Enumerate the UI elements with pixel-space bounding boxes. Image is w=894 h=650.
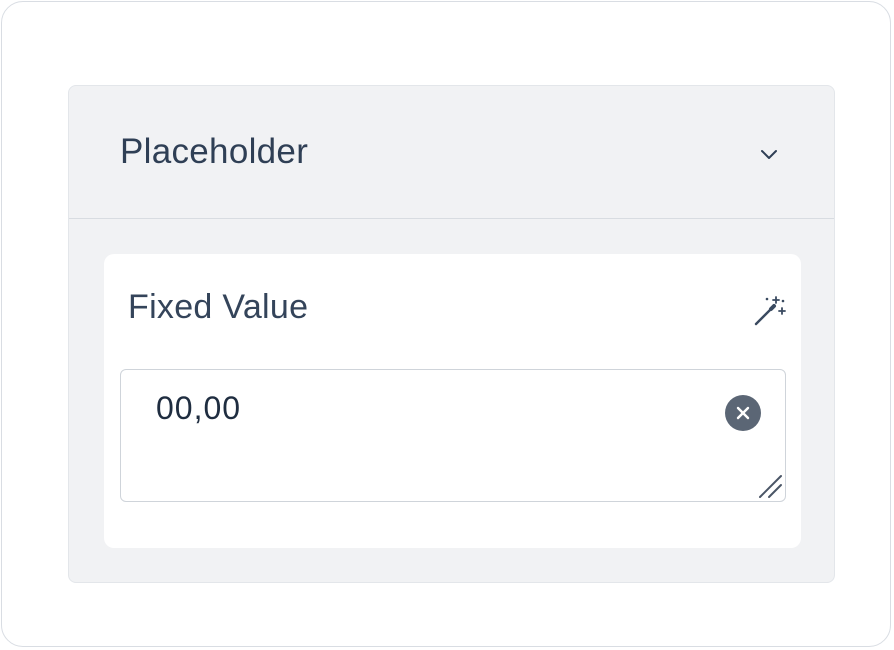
fixed-value-card: Fixed Value 00,00 — [104, 254, 801, 548]
panel-title: Placeholder — [120, 132, 309, 171]
chevron-down-icon[interactable] — [757, 142, 781, 166]
magic-wand-icon[interactable] — [749, 291, 789, 331]
clear-circle-icon[interactable] — [724, 394, 762, 432]
field-value[interactable]: 00,00 — [156, 389, 241, 427]
placeholder-panel: Placeholder Fixed Value 00,00 — [68, 85, 835, 583]
fixed-value-textarea[interactable]: 00,00 — [120, 369, 786, 502]
field-label: Fixed Value — [128, 288, 309, 326]
resize-handle-icon[interactable] — [757, 473, 783, 499]
window-frame: Placeholder Fixed Value 00,00 — [1, 1, 891, 647]
panel-header[interactable]: Placeholder — [69, 86, 834, 219]
